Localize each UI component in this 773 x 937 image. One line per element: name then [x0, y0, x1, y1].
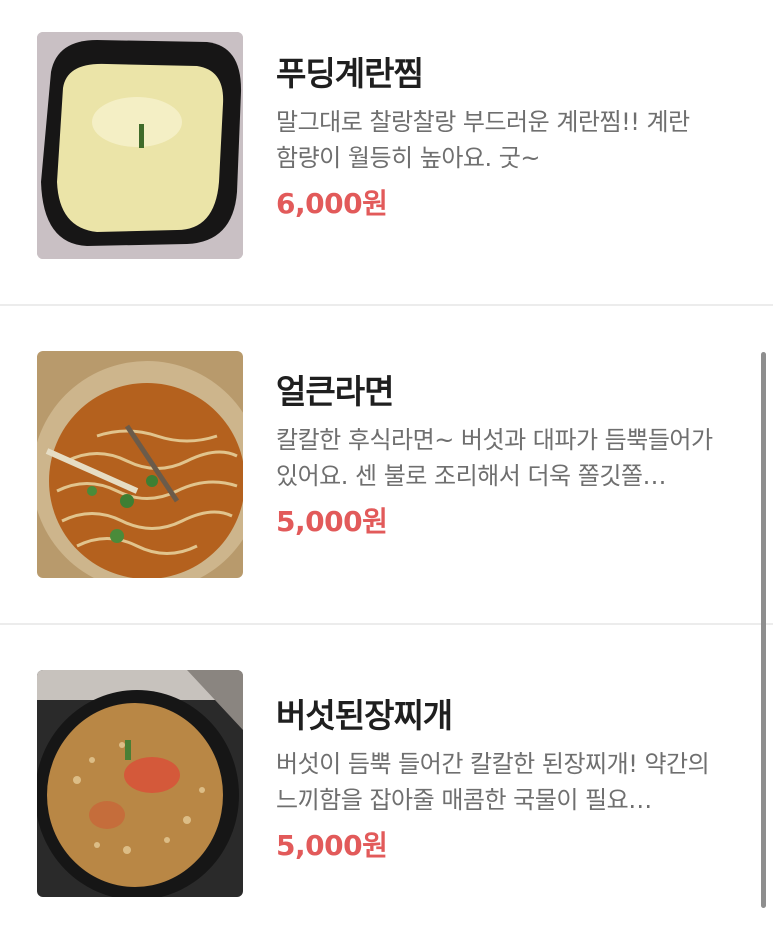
menu-item-price: 6,000원	[276, 187, 388, 220]
menu-item-ramen[interactable]: 얼큰라면 칼칼한 후식라면~ 버섯과 대파가 듬뿍들어가 있어요. 센 불로 조…	[0, 306, 773, 624]
menu-item-info: 얼큰라면 칼칼한 후식라면~ 버섯과 대파가 듬뿍들어가 있어요. 센 불로 조…	[276, 372, 736, 540]
steamed-egg-photo	[37, 32, 243, 259]
menu-item-name: 푸딩계란찜	[276, 54, 424, 93]
menu-item-description: 말그대로 찰랑찰랑 부드러운 계란찜!! 계란 함량이 월등히 높아요. 굿~	[276, 108, 690, 172]
menu-item-steamed-egg[interactable]: 푸딩계란찜 말그대로 찰랑찰랑 부드러운 계란찜!! 계란 함량이 월등히 높아…	[0, 0, 773, 305]
menu-item-description: 칼칼한 후식라면~ 버섯과 대파가 듬뿍들어가 있어요. 센 불로 조리해서 더…	[276, 426, 713, 490]
ramen-photo	[37, 351, 243, 578]
doenjang-stew-photo	[37, 670, 243, 897]
menu-list: 푸딩계란찜 말그대로 찰랑찰랑 부드러운 계란찜!! 계란 함량이 월등히 높아…	[0, 0, 773, 937]
menu-item-info: 푸딩계란찜 말그대로 찰랑찰랑 부드러운 계란찜!! 계란 함량이 월등히 높아…	[276, 54, 736, 222]
menu-item-name: 버섯된장찌개	[276, 696, 453, 735]
menu-item-name: 얼큰라면	[276, 372, 394, 411]
menu-item-price: 5,000원	[276, 829, 388, 862]
menu-item-price: 5,000원	[276, 505, 388, 538]
menu-item-doenjang-stew[interactable]: 버섯된장찌개 버섯이 듬뿍 들어간 칼칼한 된장찌개! 약간의 느끼함을 잡아줄…	[0, 625, 773, 937]
scrollbar[interactable]	[761, 352, 766, 908]
menu-item-description: 버섯이 듬뿍 들어간 칼칼한 된장찌개! 약간의 느끼함을 잡아줄 매콤한 국물…	[276, 750, 710, 814]
menu-item-info: 버섯된장찌개 버섯이 듬뿍 들어간 칼칼한 된장찌개! 약간의 느끼함을 잡아줄…	[276, 696, 736, 864]
